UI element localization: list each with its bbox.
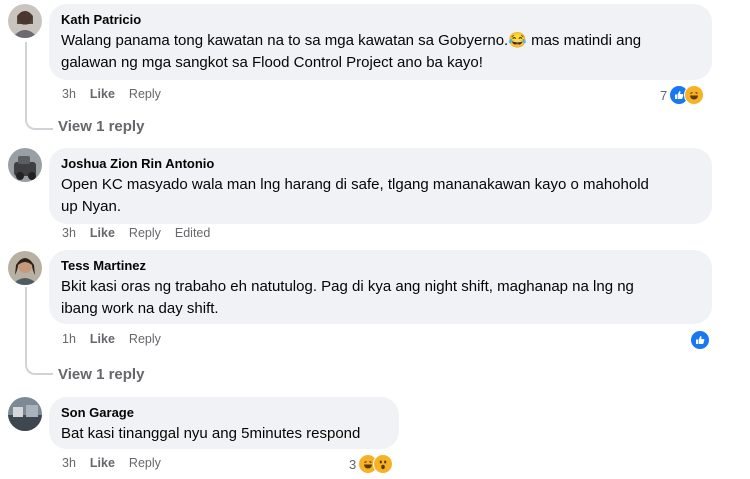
reply-thread-line (25, 42, 53, 130)
edited-label: Edited (174, 226, 211, 240)
comment-bubble: Tess Martinez Bkit kasi oras ng trabaho … (49, 250, 712, 324)
avatar[interactable] (8, 251, 42, 285)
comment-author[interactable]: Son Garage (61, 405, 387, 421)
comment-text: Walang panama tong kawatan na to sa mga … (61, 32, 642, 71)
like-button[interactable]: Like (90, 332, 115, 346)
avatar[interactable] (8, 4, 42, 38)
comment-bubble: Kath Patricio Walang panama tong kawatan… (49, 4, 712, 80)
comment-timestamp[interactable]: 3h (62, 226, 76, 240)
comment-author[interactable]: Kath Patricio (61, 12, 700, 28)
comment-actions: 3h Like Reply Edited (62, 226, 210, 240)
comment-text: Bkit kasi oras ng trabaho eh natutulog. … (61, 278, 634, 317)
reply-button[interactable]: Reply (129, 87, 161, 101)
comment-bubble: Joshua Zion Rin Antonio Open KC masyado … (49, 148, 712, 224)
comment-author[interactable]: Joshua Zion Rin Antonio (61, 156, 700, 172)
reply-button[interactable]: Reply (129, 456, 161, 470)
wow-reaction-icon (373, 454, 394, 474)
comment-actions: 3h Like Reply (62, 87, 161, 101)
like-button[interactable]: Like (90, 87, 115, 101)
comment-text: Open KC masyado wala man lng harang di s… (61, 176, 649, 215)
comment-timestamp[interactable]: 1h (62, 332, 76, 346)
reaction-count: 3 (349, 456, 357, 472)
reply-button[interactable]: Reply (129, 332, 161, 346)
avatar[interactable] (8, 148, 42, 182)
comment-actions: 3h Like Reply (62, 456, 161, 470)
comment-timestamp[interactable]: 3h (62, 456, 76, 470)
comment-text: Bat kasi tinanggal nyu ang 5minutes resp… (61, 425, 361, 442)
reply-thread-line (25, 287, 53, 375)
like-button[interactable]: Like (90, 456, 115, 470)
comment-bubble: Son Garage Bat kasi tinanggal nyu ang 5m… (49, 397, 399, 449)
comment-author[interactable]: Tess Martinez (61, 258, 700, 274)
comment-actions: 1h Like Reply (62, 332, 161, 346)
reaction-summary[interactable]: 3 (349, 454, 394, 474)
reaction-count: 7 (660, 87, 668, 103)
laughing-emoji-icon: 😂 (508, 32, 527, 49)
reaction-summary[interactable] (690, 330, 710, 350)
view-replies-link[interactable]: View 1 reply (58, 366, 144, 383)
view-replies-link[interactable]: View 1 reply (58, 118, 144, 135)
haha-reaction-icon (684, 85, 705, 105)
like-reaction-icon (690, 330, 710, 350)
avatar[interactable] (8, 397, 42, 431)
comment-timestamp[interactable]: 3h (62, 87, 76, 101)
like-button[interactable]: Like (90, 226, 115, 240)
reply-button[interactable]: Reply (129, 226, 161, 240)
reaction-summary[interactable]: 7 (660, 85, 705, 105)
